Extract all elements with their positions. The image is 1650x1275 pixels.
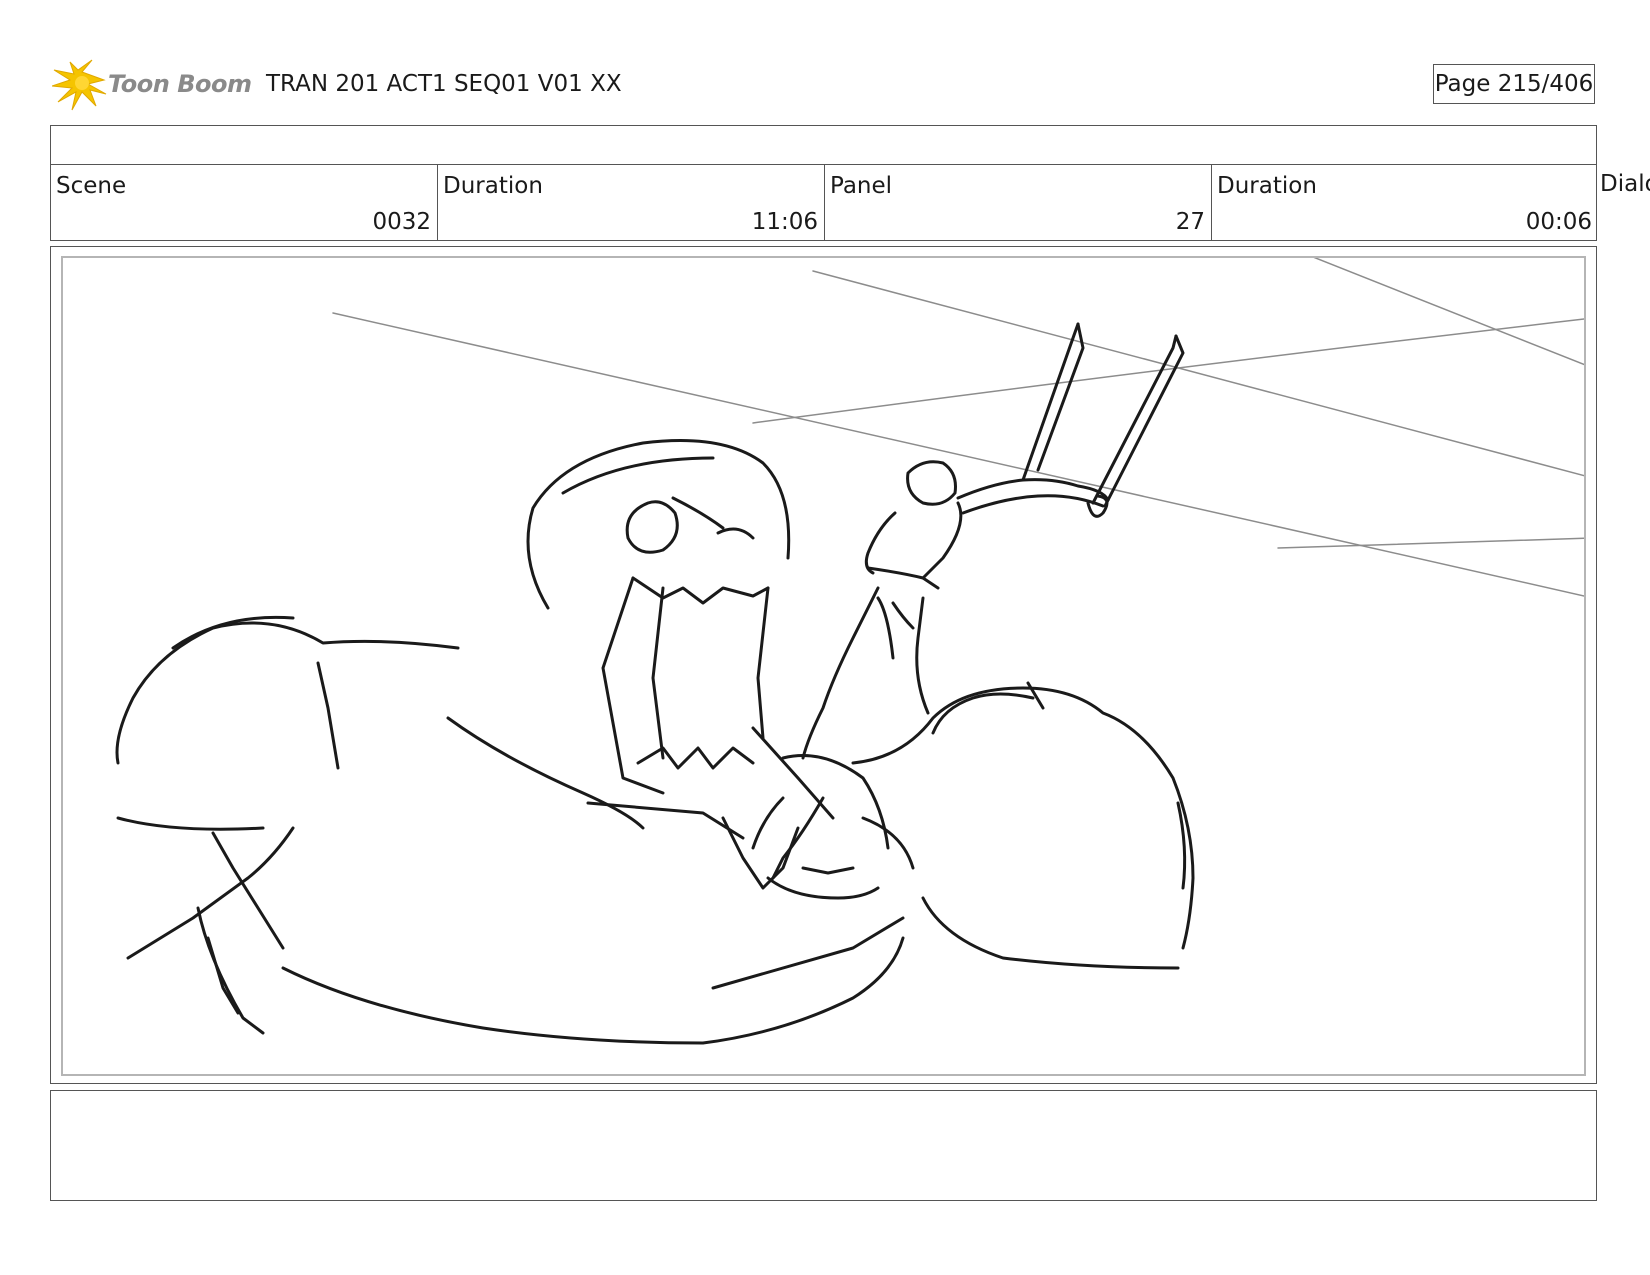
scene-cell: Scene 0032: [51, 164, 438, 240]
panel-sketch: [115, 258, 1584, 1045]
scene-value: 0032: [372, 209, 431, 235]
scene-duration-label: Duration: [443, 173, 543, 199]
scene-label: Scene: [56, 173, 127, 199]
panel-cell: Panel 27: [825, 164, 1212, 240]
page-indicator: Page 215/406: [1433, 64, 1595, 104]
panel-image-area: [61, 256, 1586, 1076]
dialogue-label: Dialo: [1600, 171, 1650, 197]
panel-value: 27: [1175, 209, 1205, 235]
panel-duration-value: 00:06: [1525, 209, 1592, 235]
document-title: TRAN 201 ACT1 SEQ01 V01 XX: [266, 71, 622, 97]
panel-label: Panel: [830, 173, 893, 199]
scene-duration-value: 11:06: [751, 209, 818, 235]
info-blank-row: [51, 126, 1596, 165]
scene-info-table: Scene 0032 Duration 11:06 Panel 27 Durat…: [50, 125, 1597, 241]
logo-text: Toon Boom: [108, 70, 252, 98]
toon-boom-logo: Toon Boom: [52, 58, 252, 112]
page-header: Toon Boom TRAN 201 ACT1 SEQ01 V01 XX Pag…: [0, 0, 1650, 120]
scene-duration-cell: Duration 11:06: [438, 164, 825, 240]
panel-notes-box: [50, 1090, 1597, 1201]
panel-duration-cell: Duration 00:06: [1212, 164, 1596, 240]
panel-duration-label: Duration: [1217, 173, 1317, 199]
storyboard-panel: [50, 246, 1597, 1084]
star-burst-icon: [52, 59, 107, 111]
